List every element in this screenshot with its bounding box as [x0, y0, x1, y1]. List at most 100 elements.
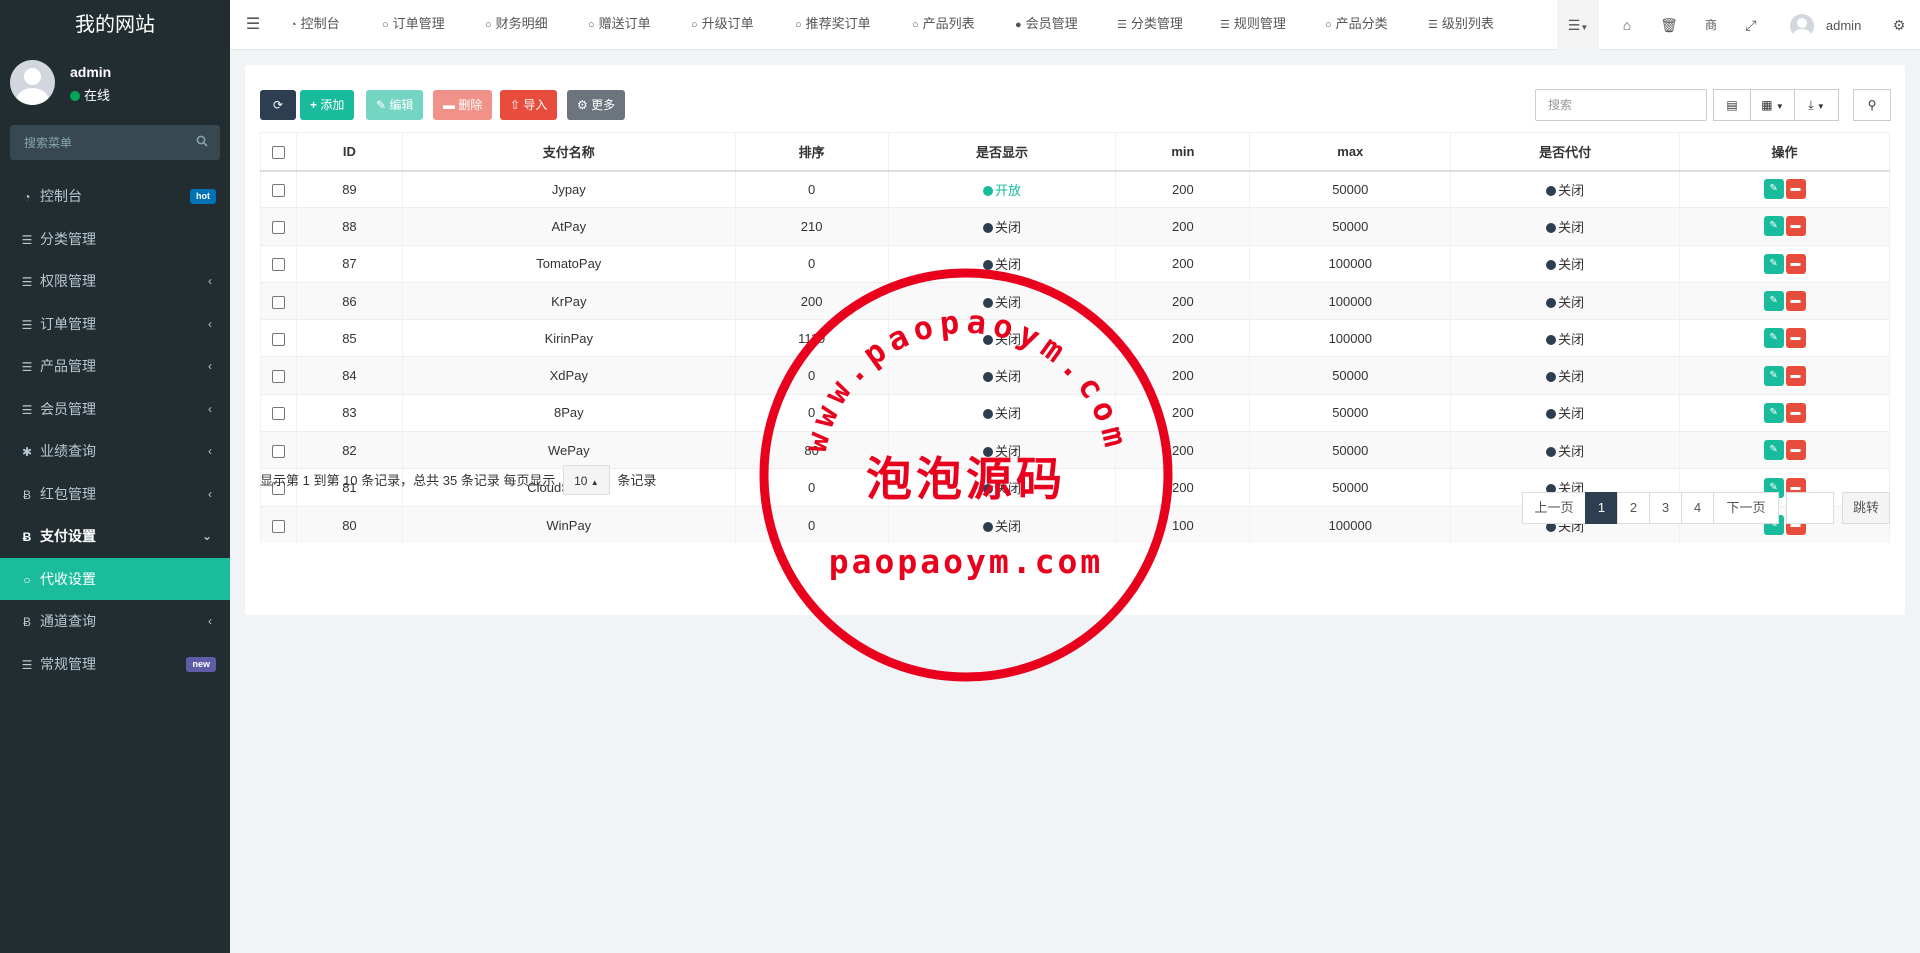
language-icon[interactable]: 商	[1696, 0, 1726, 50]
sidebar-item[interactable]: ◔ 控制台 hot	[0, 175, 230, 218]
sidebar-item[interactable]: ☰ 权限管理 ‹	[0, 260, 230, 303]
sidebar-item[interactable]: ☰ 常规管理 new	[0, 643, 230, 686]
cell-show[interactable]: 开放	[887, 169, 1117, 208]
cell-payout[interactable]: 关闭	[1450, 431, 1681, 469]
home-icon[interactable]: ⌂	[1612, 0, 1642, 50]
advanced-search-button[interactable]: ⚲	[1853, 89, 1891, 121]
row-edit-button[interactable]: ✎	[1763, 365, 1784, 386]
cell-payout[interactable]: 关闭	[1450, 244, 1681, 283]
nav-tab[interactable]: ● 会员管理	[1015, 0, 1078, 50]
site-brand[interactable]: 我的网站	[0, 0, 230, 50]
row-edit-button[interactable]: ✎	[1763, 216, 1784, 237]
select-all-checkbox[interactable]	[271, 145, 285, 159]
jump-button[interactable]: 跳转	[1842, 492, 1890, 524]
row-delete-button[interactable]: ▬	[1785, 253, 1806, 274]
sidebar-item[interactable]: ☰ 分类管理	[0, 218, 230, 261]
nav-tab[interactable]: ☰ 规则管理	[1220, 0, 1286, 50]
nav-tab[interactable]: ○ 财务明细	[485, 0, 548, 50]
cell-payout[interactable]: 关闭	[1450, 319, 1681, 357]
row-checkbox[interactable]	[271, 519, 285, 533]
table-row[interactable]: 88 AtPay 210 关闭 200 50000 关闭 ✎ ▬	[260, 207, 1890, 246]
status-dot-icon	[983, 185, 994, 196]
sidebar-item[interactable]: ☰ 订单管理 ‹	[0, 303, 230, 346]
prev-page-button[interactable]: 上一页	[1522, 492, 1586, 524]
jump-page-input[interactable]	[1786, 492, 1834, 524]
row-delete-button[interactable]: ▬	[1785, 179, 1806, 200]
row-checkbox[interactable]	[271, 332, 285, 346]
nav-tab[interactable]: ☰ 级别列表	[1428, 0, 1494, 50]
column-header[interactable]: 支付名称	[401, 132, 736, 172]
next-page-button[interactable]: 下一页	[1713, 492, 1779, 524]
sidebar-item[interactable]: Ƀ 通道查询 ‹	[0, 600, 230, 643]
row-delete-button[interactable]: ▬	[1785, 216, 1806, 237]
row-delete-button[interactable]: ▬	[1785, 328, 1806, 349]
cell-payout[interactable]: 关闭	[1450, 281, 1681, 320]
sidebar-item[interactable]: ☰ 会员管理 ‹	[0, 388, 230, 431]
nav-tab[interactable]: ☰ 分类管理	[1117, 0, 1183, 50]
row-delete-button[interactable]: ▬	[1785, 402, 1806, 423]
trash-icon[interactable]: 🗑	[1654, 0, 1684, 50]
row-edit-button[interactable]: ✎	[1763, 179, 1784, 200]
sidebar-item[interactable]: ✱ 业绩查询 ‹	[0, 430, 230, 473]
row-checkbox[interactable]	[271, 220, 285, 234]
row-delete-button[interactable]: ▬	[1785, 291, 1806, 312]
page-button[interactable]: 3	[1649, 492, 1682, 524]
settings-icon[interactable]: ⚙	[1884, 0, 1914, 50]
table-row[interactable]: 89 Jypay 0 开放 200 50000 关闭 ✎ ▬	[260, 169, 1890, 208]
nav-tab[interactable]: ○ 产品列表	[912, 0, 975, 50]
nav-tab[interactable]: ○ 订单管理	[382, 0, 445, 50]
column-header[interactable]: 是否显示	[887, 132, 1117, 172]
sidebar-item[interactable]: ☰ 产品管理 ‹	[0, 345, 230, 388]
row-edit-button[interactable]: ✎	[1763, 253, 1784, 274]
row-edit-button[interactable]: ✎	[1763, 291, 1784, 312]
fullscreen-icon[interactable]: ⤢	[1736, 0, 1766, 50]
page-size-select[interactable]: 10 ▲	[563, 465, 610, 495]
row-checkbox[interactable]	[271, 183, 285, 197]
nav-tab[interactable]: ○ 推荐奖订单	[795, 0, 871, 50]
add-button[interactable]: + 添加	[300, 90, 355, 120]
row-delete-button[interactable]: ▬	[1785, 365, 1806, 386]
cell-payout[interactable]: 关闭	[1450, 207, 1681, 246]
column-header[interactable]: 是否代付	[1450, 132, 1681, 172]
cell-payout[interactable]: 关闭	[1450, 169, 1681, 208]
export-button[interactable]: ⤓ ▼	[1794, 89, 1839, 121]
refresh-button[interactable]: ⟳	[260, 90, 296, 120]
row-checkbox[interactable]	[271, 444, 285, 458]
column-header[interactable]: min	[1115, 132, 1251, 172]
row-checkbox[interactable]	[271, 370, 285, 384]
more-button[interactable]: ⚙ 更多	[567, 90, 626, 120]
delete-button[interactable]: ▬ 删除	[433, 90, 493, 120]
row-edit-button[interactable]: ✎	[1763, 328, 1784, 349]
row-delete-button[interactable]: ▬	[1785, 440, 1806, 461]
cell-show[interactable]: 关闭	[887, 207, 1117, 246]
tab-dropdown-icon[interactable]: ☰▼	[1557, 0, 1599, 50]
page-button-current[interactable]: 1	[1585, 492, 1618, 524]
edit-button[interactable]: ✎ 编辑	[366, 90, 424, 120]
import-button[interactable]: ⇧ 导入	[500, 90, 558, 120]
row-checkbox[interactable]	[271, 407, 285, 421]
page-button[interactable]: 4	[1681, 492, 1714, 524]
sidebar-item[interactable]: ○ 代收设置	[0, 557, 230, 600]
nav-tab[interactable]: ○ 产品分类	[1325, 0, 1388, 50]
toggle-view-button[interactable]: ▤	[1713, 89, 1751, 121]
row-edit-button[interactable]: ✎	[1763, 440, 1784, 461]
cell-payout[interactable]: 关闭	[1450, 356, 1681, 395]
row-edit-button[interactable]: ✎	[1763, 402, 1784, 423]
column-header[interactable]: max	[1249, 132, 1452, 172]
nav-tab[interactable]: ○ 升级订单	[691, 0, 754, 50]
column-header[interactable]: 排序	[734, 132, 889, 172]
table-search-input[interactable]	[1535, 89, 1707, 121]
sidebar-item[interactable]: Ƀ 支付设置 ⌄	[0, 515, 230, 558]
columns-button[interactable]: ▦ ▼	[1750, 89, 1795, 121]
column-header[interactable]: ID	[295, 132, 403, 172]
nav-tab[interactable]: ○ 赠送订单	[588, 0, 651, 50]
sidebar-search-input[interactable]	[10, 125, 220, 160]
row-checkbox[interactable]	[271, 258, 285, 272]
menu-toggle-icon[interactable]: ☰	[240, 0, 266, 50]
nav-tab[interactable]: ◔ 控制台	[290, 0, 340, 50]
sidebar-item[interactable]: Ƀ 红包管理 ‹	[0, 473, 230, 516]
row-checkbox[interactable]	[271, 295, 285, 309]
cell-payout[interactable]: 关闭	[1450, 393, 1681, 432]
page-button[interactable]: 2	[1617, 492, 1650, 524]
search-icon[interactable]	[196, 135, 208, 147]
